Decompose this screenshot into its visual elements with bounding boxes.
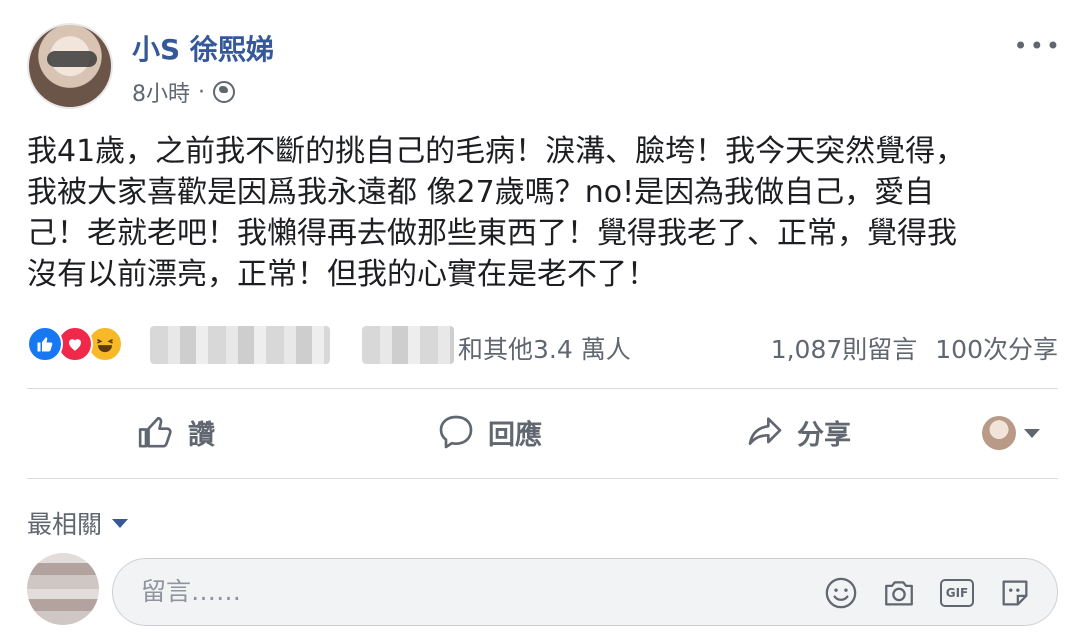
comment-input[interactable] — [141, 577, 741, 606]
gif-icon[interactable]: GIF — [939, 575, 975, 611]
share-button[interactable]: 分享 — [745, 412, 851, 452]
post-timestamp[interactable]: 8小時 — [132, 76, 190, 108]
post-text-line: 沒有以前漂亮，正常！但我的心實在是老不了！ — [27, 257, 657, 292]
share-label: 分享 — [797, 419, 851, 451]
more-options-icon[interactable]: ••• — [1014, 32, 1062, 60]
comment-tools: GIF — [823, 575, 1033, 611]
post-text: 我41歲，之前我不斷的挑自己的毛病！淚溝、臉垮！我今天突然覺得， 我被大家喜歡是… — [27, 131, 1057, 295]
engagement-counts: 1,087則留言 100次分享 — [771, 330, 1058, 366]
commenter-avatar — [27, 553, 99, 625]
like-button[interactable]: 讚 — [136, 412, 215, 452]
author-name[interactable]: 小S 徐熙娣 — [132, 28, 274, 68]
comment-button[interactable]: 回應 — [436, 412, 542, 452]
globe-icon[interactable] — [213, 81, 235, 103]
comment-composer[interactable]: GIF — [112, 558, 1058, 626]
reactions-others-text[interactable]: 和其他3.4 萬人 — [458, 330, 631, 366]
blurred-name — [362, 326, 454, 364]
author-avatar[interactable] — [27, 23, 113, 109]
comment-sort-dropdown[interactable]: 最相關 — [27, 505, 129, 541]
comments-count[interactable]: 1,087則留言 — [771, 330, 918, 366]
like-reaction-icon — [27, 326, 63, 362]
chevron-down-icon — [112, 518, 129, 528]
facebook-post: 小S 徐熙娣 8小時 · ••• 我41歲，之前我不斷的挑自己的毛病！淚溝、臉垮… — [0, 0, 1080, 632]
reaction-audience-selector[interactable] — [982, 416, 1040, 450]
thumbs-up-icon — [138, 416, 172, 448]
like-label: 讚 — [188, 419, 215, 451]
reaction-icons[interactable] — [27, 326, 123, 362]
chevron-down-icon — [1024, 428, 1040, 438]
comment-label: 回應 — [488, 419, 542, 451]
emoji-icon[interactable] — [823, 575, 859, 611]
divider — [27, 388, 1058, 389]
blurred-name — [150, 326, 330, 364]
post-text-line: 我被大家喜歡是因爲我永遠都 像27歲嗎？no!是因為我做自己，愛自 — [27, 175, 935, 210]
sticker-icon[interactable] — [997, 575, 1033, 611]
speech-bubble-icon — [439, 415, 473, 449]
camera-icon[interactable] — [881, 575, 917, 611]
user-avatar — [982, 416, 1016, 450]
gif-label: GIF — [940, 579, 974, 607]
post-meta: 8小時 · — [132, 76, 235, 108]
shares-count[interactable]: 100次分享 — [935, 330, 1058, 366]
share-arrow-icon — [748, 417, 782, 445]
divider — [27, 478, 1058, 479]
post-text-line: 我41歲，之前我不斷的挑自己的毛病！淚溝、臉垮！我今天突然覺得， — [27, 134, 966, 169]
sort-label: 最相關 — [27, 510, 103, 539]
post-text-line: 己！老就老吧！我懶得再去做那些東西了！覺得我老了、正常，覺得我 — [27, 216, 957, 251]
